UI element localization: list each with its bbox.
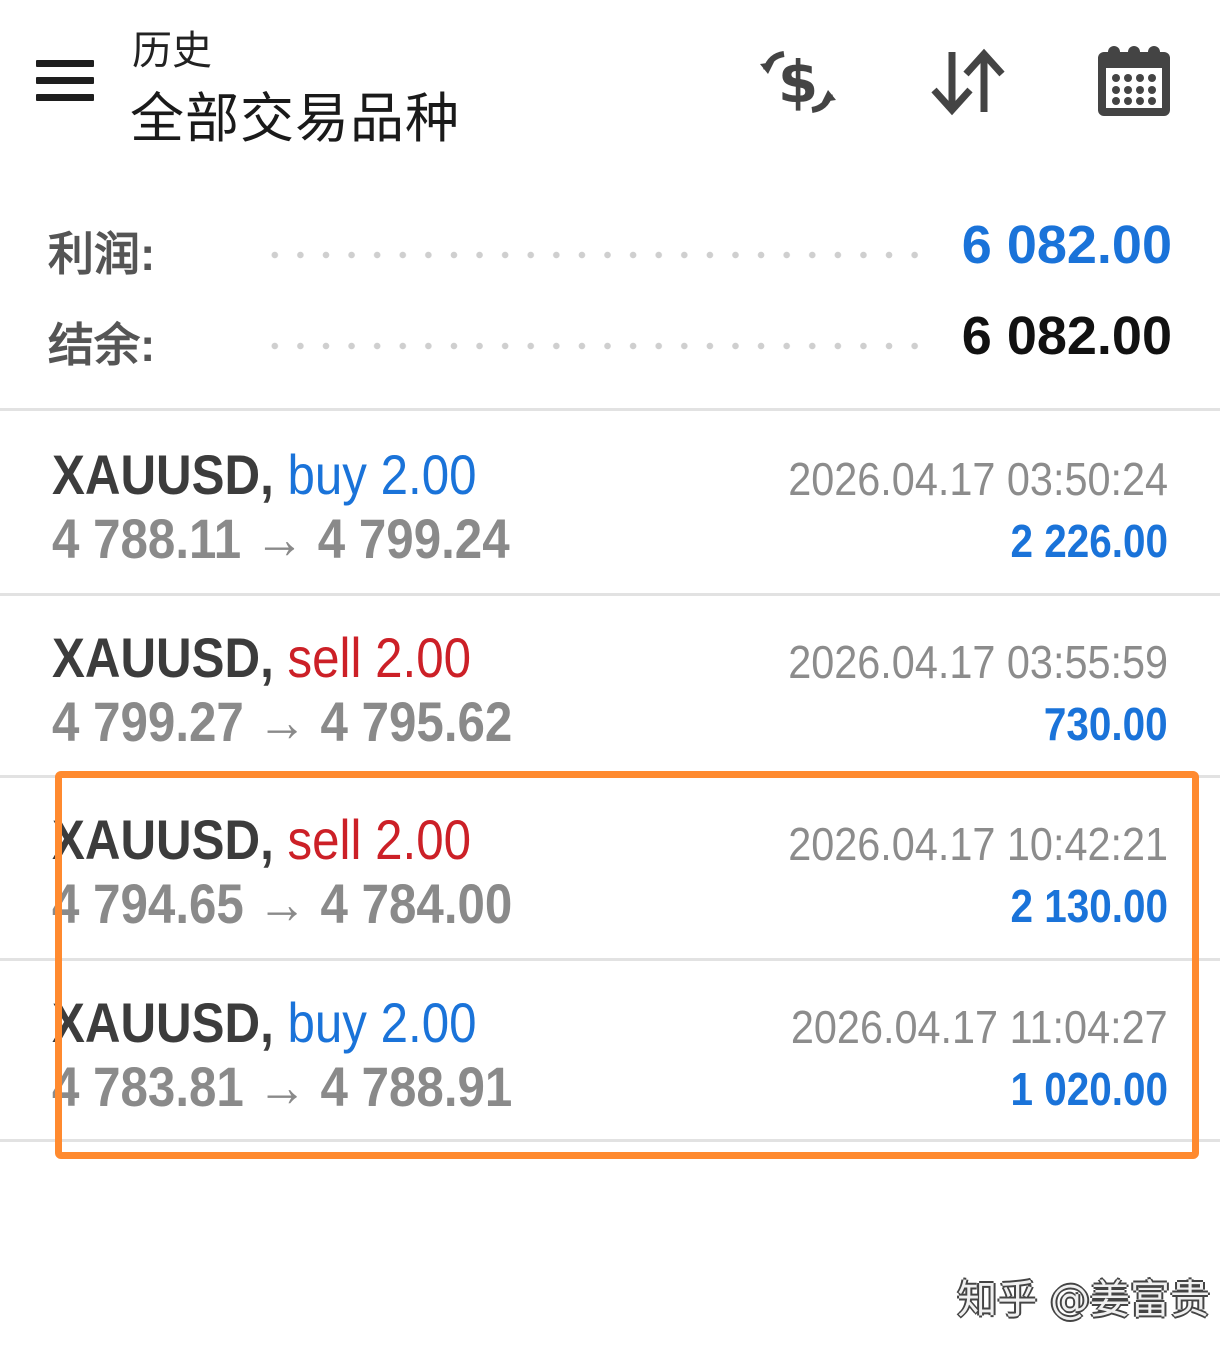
top-bar: 历史 全部交易品种 $ [0, 0, 1220, 160]
trade-profit: 730.00 [1044, 698, 1168, 750]
trade-prices: 4 794.65 → 4 784.00 [52, 871, 512, 936]
trade-header: XAUUSD, sell 2.00 [52, 807, 471, 872]
divider [0, 775, 1220, 778]
trade-profit: 2 130.00 [1010, 880, 1168, 932]
trade-symbol: XAUUSD, [52, 443, 274, 506]
divider [0, 1139, 1220, 1142]
sort-icon[interactable] [926, 40, 1010, 124]
trade-time: 2026.04.17 11:04:27 [791, 1001, 1168, 1053]
arrow-right-icon: → [257, 690, 307, 753]
trade-profit: 2 226.00 [1010, 515, 1168, 567]
close-price: 4 795.62 [320, 690, 513, 753]
dotted-leader [262, 341, 928, 351]
trade-time: 2026.04.17 03:55:59 [788, 636, 1168, 688]
profit-summary-row: 利润: 6 082.00 [0, 214, 1220, 284]
menu-icon[interactable] [36, 60, 96, 104]
close-price: 4 784.00 [320, 872, 513, 935]
divider [0, 408, 1220, 411]
open-price: 4 783.81 [52, 1055, 244, 1118]
trade-symbol: XAUUSD, [52, 808, 274, 871]
trade-prices: 4 783.81 → 4 788.91 [52, 1054, 512, 1119]
trade-row[interactable]: XAUUSD, buy 2.00 4 788.11 → 4 799.24 202… [0, 414, 1220, 594]
trade-time: 2026.04.17 03:50:24 [788, 453, 1168, 505]
currency-exchange-icon[interactable]: $ [756, 40, 840, 124]
page-subtitle: 历史 [132, 29, 212, 73]
open-price: 4 794.65 [52, 872, 244, 935]
open-price: 4 799.27 [52, 690, 244, 753]
trade-profit: 1 020.00 [1010, 1063, 1168, 1115]
trade-time: 2026.04.17 10:42:21 [788, 818, 1168, 870]
profit-value: 6 082.00 [961, 215, 1172, 275]
trade-side: buy 2.00 [287, 443, 477, 506]
trade-row[interactable]: XAUUSD, sell 2.00 4 794.65 → 4 784.00 20… [0, 779, 1220, 959]
balance-label: 结余: [48, 319, 156, 371]
arrow-right-icon: → [257, 1055, 307, 1118]
trade-row[interactable]: XAUUSD, buy 2.00 4 783.81 → 4 788.91 202… [0, 962, 1220, 1142]
trade-header: XAUUSD, sell 2.00 [52, 625, 471, 690]
arrow-right-icon: → [254, 507, 305, 570]
trade-side: sell 2.00 [287, 626, 472, 689]
dotted-leader [262, 250, 928, 260]
trade-symbol: XAUUSD, [52, 626, 274, 689]
close-price: 4 799.24 [317, 507, 510, 570]
svg-text:$: $ [778, 48, 818, 116]
arrow-right-icon: → [257, 872, 307, 935]
divider [0, 958, 1220, 961]
divider [0, 593, 1220, 596]
trade-side: sell 2.00 [287, 808, 472, 871]
trade-prices: 4 788.11 → 4 799.24 [52, 506, 510, 571]
calendar-icon[interactable] [1092, 40, 1176, 124]
watermark: 知乎 @姜富贵 [957, 1277, 1210, 1323]
balance-summary-row: 结余: 6 082.00 [0, 305, 1220, 375]
profit-label: 利润: [48, 228, 156, 280]
trade-side: buy 2.00 [287, 991, 477, 1054]
open-price: 4 788.11 [52, 507, 242, 570]
trade-row[interactable]: XAUUSD, sell 2.00 4 799.27 → 4 795.62 20… [0, 597, 1220, 777]
close-price: 4 788.91 [320, 1055, 513, 1118]
balance-value: 6 082.00 [961, 306, 1172, 366]
trade-header: XAUUSD, buy 2.00 [52, 990, 477, 1055]
trade-symbol: XAUUSD, [52, 991, 274, 1054]
trade-header: XAUUSD, buy 2.00 [52, 442, 477, 507]
page-title[interactable]: 全部交易品种 [130, 74, 460, 153]
trade-prices: 4 799.27 → 4 795.62 [52, 689, 512, 754]
